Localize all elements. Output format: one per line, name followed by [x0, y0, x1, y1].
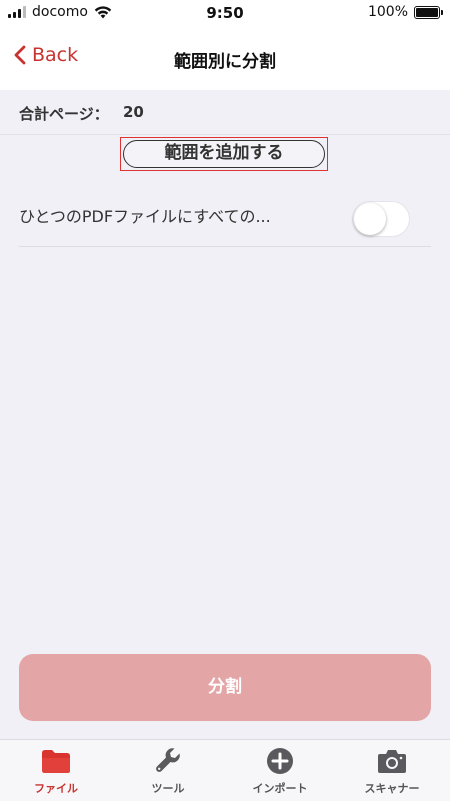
tab-label: スキャナー: [364, 782, 420, 795]
status-bar: docomo 9:50 100%: [0, 0, 450, 26]
plus-circle-icon: [267, 748, 293, 774]
tab-label: ファイル: [34, 782, 78, 795]
folder-icon: [42, 750, 70, 773]
tab-label: ツール: [151, 782, 185, 795]
toggle-knob: [354, 203, 386, 235]
total-pages-label: 合計ページ：: [19, 105, 109, 123]
battery-icon: [414, 5, 443, 19]
total-pages-value: 20: [123, 103, 144, 121]
split-button[interactable]: 分割: [19, 654, 431, 721]
total-pages-row: 合計ページ： 20: [0, 90, 450, 135]
tab-label: インポート: [252, 782, 308, 795]
wrench-icon: [156, 748, 180, 772]
camera-icon: [378, 750, 406, 773]
page-title: 範囲別に分割: [174, 52, 276, 72]
tab-bar: ファイル ツール インポート スキャナー: [0, 739, 450, 801]
tab-tools[interactable]: ツール: [112, 746, 224, 796]
add-range-button[interactable]: 範囲を追加する: [123, 140, 325, 168]
merge-option-label: ひとつのPDFファイルにすべての...: [19, 207, 271, 226]
add-range-highlight: 範囲を追加する: [120, 137, 328, 171]
tab-scanner[interactable]: スキャナー: [336, 746, 448, 796]
merge-toggle[interactable]: [352, 201, 410, 237]
tab-files[interactable]: ファイル: [0, 746, 112, 796]
status-right: 100%: [367, 4, 443, 20]
battery-percent: 100%: [367, 4, 408, 20]
merge-option-row: ひとつのPDFファイルにすべての...: [19, 186, 431, 247]
nav-bar: Back 範囲別に分割: [0, 26, 450, 90]
tab-import[interactable]: インポート: [224, 746, 336, 796]
